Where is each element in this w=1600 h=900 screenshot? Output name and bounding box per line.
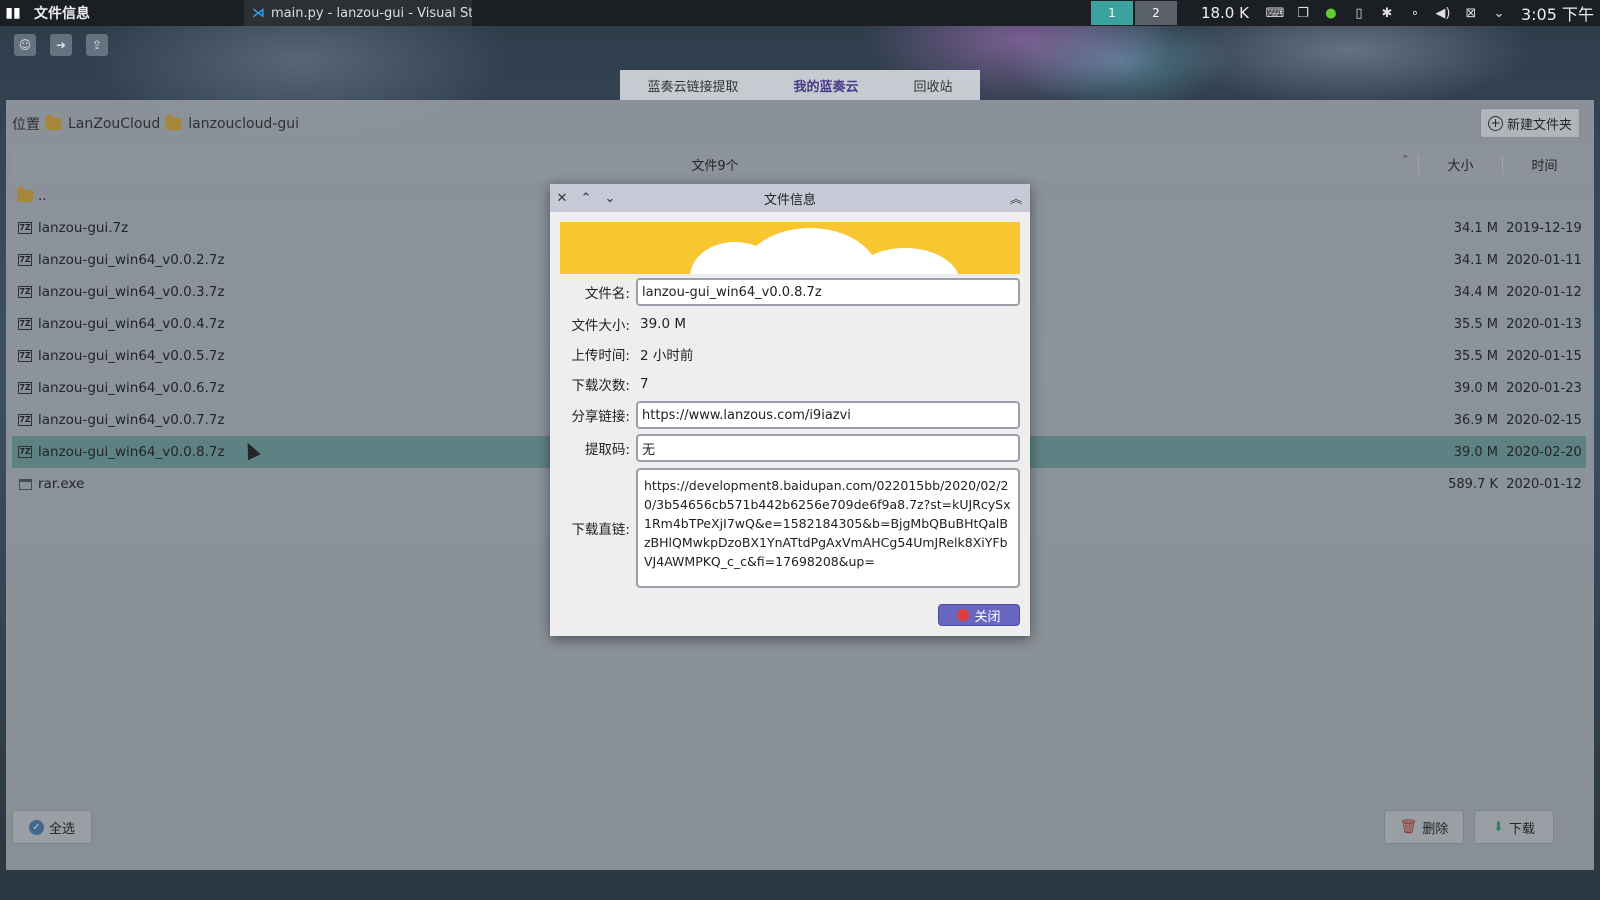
collapse-icon[interactable]: ︽ — [1010, 190, 1022, 207]
clipboard-icon[interactable]: ❐ — [1289, 6, 1317, 21]
close-icon[interactable]: ✕ — [550, 191, 574, 206]
notification-icon[interactable]: ⊠ — [1457, 6, 1485, 21]
file-info-dialog: ✕ ⌃ ⌄ 文件信息 ︽ 文件名: lanzou-gui_win64_v0.0.… — [550, 184, 1030, 636]
keyboard-icon[interactable]: ⌨ — [1261, 6, 1289, 21]
chevron-down-icon[interactable]: ⌄ — [1485, 6, 1513, 21]
filename-input[interactable]: lanzou-gui_win64_v0.0.8.7z — [636, 278, 1020, 306]
code-row: 提取码: 无 — [560, 434, 1020, 462]
logout-icon[interactable]: ➜ — [50, 34, 72, 56]
user-icon[interactable]: ☺ — [14, 34, 36, 56]
direct-link-row: 下载直链: https://development8.baidupan.com/… — [560, 468, 1020, 588]
upload-icon[interactable]: ⇪ — [86, 34, 108, 56]
app-menu-icon[interactable]: ▮▮ — [0, 0, 26, 26]
share-link-label: 分享链接: — [571, 409, 630, 425]
volume-icon[interactable]: ◀) — [1429, 6, 1457, 21]
vscode-icon: ⋊ — [252, 5, 265, 21]
dialog-banner — [560, 222, 1020, 274]
code-input[interactable]: 无 — [636, 434, 1020, 462]
filename-row: 文件名: lanzou-gui_win64_v0.0.8.7z — [560, 278, 1020, 306]
chevron-up-icon[interactable]: ⌃ — [574, 191, 598, 206]
filename-label: 文件名: — [584, 286, 630, 302]
workspace-1-button[interactable]: 1 — [1090, 1, 1133, 25]
top-panel: ▮▮ 文件信息 ⋊ main.py - lanzou-gui - Visual … — [0, 0, 1600, 26]
network-speed: 18.0 K — [1200, 4, 1249, 22]
tab-recycle-bin[interactable]: 回收站 — [913, 76, 952, 95]
size-row: 文件大小: 39.0 M — [560, 314, 1020, 334]
tab-my-cloud[interactable]: 我的蓝奏云 — [793, 76, 858, 95]
app-toolbar: ☺ ➜ ⇪ — [14, 34, 108, 56]
chevron-down-icon[interactable]: ⌄ — [598, 191, 622, 206]
code-label: 提取码: — [584, 442, 630, 458]
close-button-label: 关闭 — [974, 609, 1001, 625]
clock[interactable]: 3:05 下午 — [1521, 1, 1594, 25]
network-icon[interactable]: ∘ — [1401, 6, 1429, 21]
sync-status-icon[interactable]: ● — [1317, 6, 1345, 21]
downloads-value: 7 — [640, 376, 649, 392]
taskbar-item-vscode[interactable]: ⋊ main.py - lanzou-gui - Visual St··· — [244, 0, 472, 26]
taskbar-item-label: main.py - lanzou-gui - Visual St··· — [271, 5, 472, 21]
workspace-2-button[interactable]: 2 — [1134, 1, 1177, 25]
dialog-titlebar[interactable]: ✕ ⌃ ⌄ 文件信息 ︽ — [550, 184, 1030, 212]
share-link-input[interactable]: https://www.lanzous.com/i9iazvi — [636, 401, 1020, 429]
share-link-row: 分享链接: https://www.lanzous.com/i9iazvi — [560, 401, 1020, 429]
usb-icon[interactable]: ▯ — [1345, 6, 1373, 21]
tab-link-extract[interactable]: 蓝奏云链接提取 — [647, 76, 738, 95]
direct-link-textarea[interactable]: https://development8.baidupan.com/022015… — [636, 468, 1020, 588]
upload-time-label: 上传时间: — [571, 348, 630, 364]
size-value: 39.0 M — [640, 316, 686, 332]
size-label: 文件大小: — [571, 318, 630, 334]
bluetooth-icon[interactable]: ✱ — [1373, 6, 1401, 21]
close-button[interactable]: 关闭 — [938, 604, 1020, 626]
stop-icon — [957, 609, 970, 621]
upload-time-row: 上传时间: 2 小时前 — [560, 344, 1020, 364]
upload-time-value: 2 小时前 — [640, 348, 694, 364]
dialog-title: 文件信息 — [763, 192, 816, 208]
direct-link-label: 下载直链: — [571, 522, 630, 538]
main-tabbar: 蓝奏云链接提取 我的蓝奏云 回收站 — [620, 70, 980, 100]
downloads-label: 下载次数: — [571, 378, 630, 394]
downloads-row: 下载次数: 7 — [560, 374, 1020, 394]
active-window-title: 文件信息 — [34, 6, 90, 22]
